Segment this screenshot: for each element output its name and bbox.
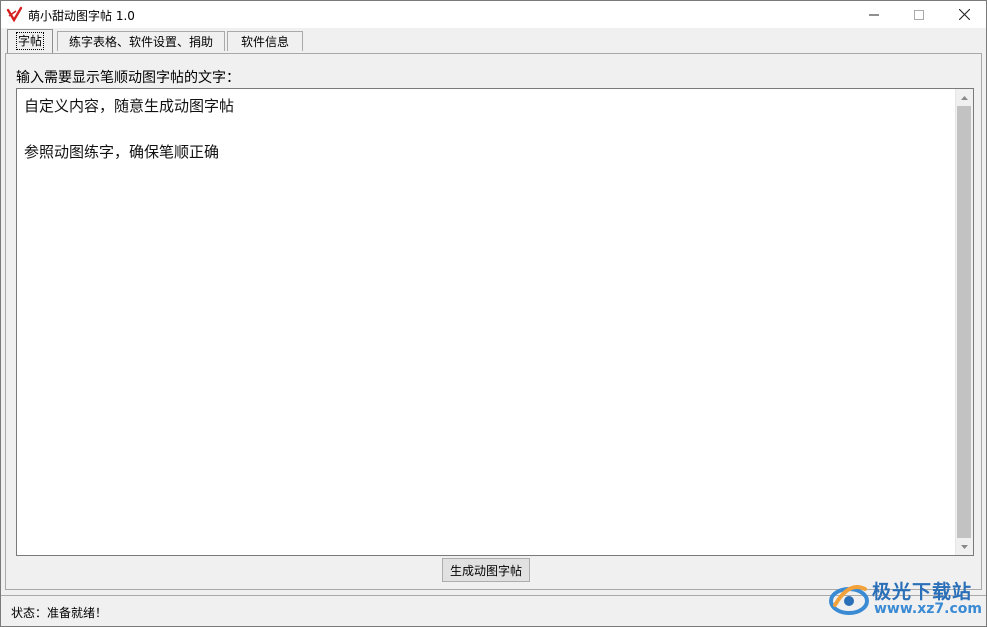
app-logo-icon [6, 6, 23, 23]
copybook-panel: 输入需要显示笔顺动图字帖的文字： 自定义内容，随意生成动图字帖 参照动图练字，确… [5, 53, 982, 590]
watermark-url: www.xz7.com [874, 601, 982, 617]
minimize-icon [869, 14, 879, 15]
scroll-up-button[interactable] [956, 89, 973, 106]
tab-label: 软件信息 [240, 35, 289, 49]
tab-copybook[interactable]: 字帖 [7, 29, 53, 53]
scrollbar-thumb[interactable] [957, 106, 971, 538]
scroll-down-button[interactable] [956, 538, 973, 555]
tab-strip: 字帖 练字表格、软件设置、捐助 软件信息 [5, 29, 982, 53]
watermark: 极光下载站 www.xz7.com [827, 575, 982, 621]
close-icon [958, 9, 970, 20]
watermark-logo-icon [829, 585, 869, 615]
vertical-scrollbar[interactable] [955, 89, 973, 555]
watermark-name: 极光下载站 [872, 581, 973, 603]
arrow-up-icon [961, 95, 968, 100]
maximize-icon [914, 9, 924, 20]
tab-practice-settings-donate[interactable]: 练字表格、软件设置、捐助 [57, 31, 225, 51]
minimize-button[interactable] [851, 1, 897, 28]
window-title: 萌小甜动图字帖 1.0 [28, 9, 135, 23]
generate-copybook-button[interactable]: 生成动图字帖 [442, 558, 530, 582]
tab-label: 练字表格、软件设置、捐助 [68, 35, 213, 49]
title-bar[interactable]: 萌小甜动图字帖 1.0 [1, 1, 986, 28]
arrow-down-icon [961, 544, 968, 549]
maximize-button[interactable] [896, 1, 942, 28]
app-window: 萌小甜动图字帖 1.0 字帖 练字表格、软件设置、捐助 软件信息 输入需要显示笔… [0, 0, 987, 627]
status-text: 状态：准备就绪！ [11, 606, 108, 620]
tab-software-info[interactable]: 软件信息 [227, 31, 303, 51]
text-input-content[interactable]: 自定义内容，随意生成动图字帖 参照动图练字，确保笔顺正确 [24, 95, 949, 164]
tab-label: 字帖 [15, 32, 45, 50]
text-input-area[interactable]: 自定义内容，随意生成动图字帖 参照动图练字，确保笔顺正确 [16, 88, 974, 556]
close-button[interactable] [941, 1, 987, 28]
input-prompt-label: 输入需要显示笔顺动图字帖的文字： [16, 70, 240, 86]
